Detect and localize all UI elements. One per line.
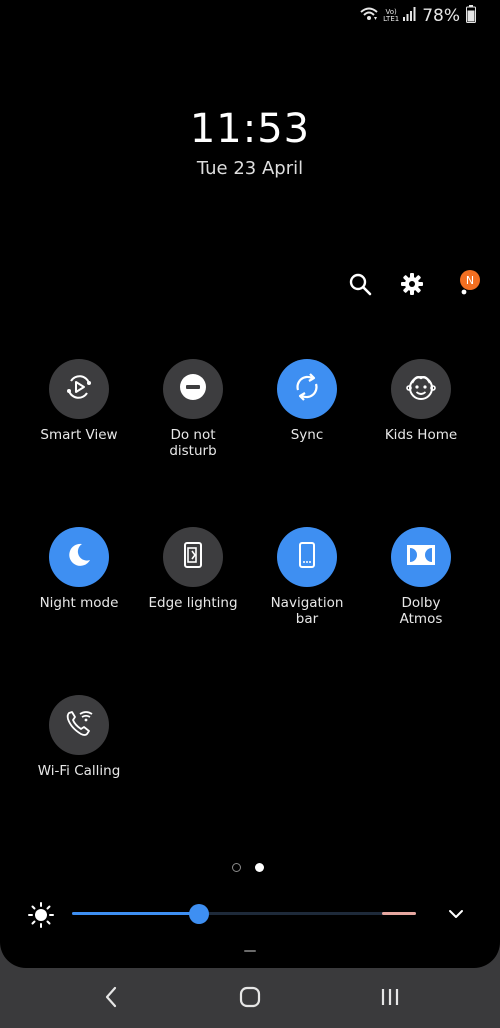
brightness-fill: [72, 912, 200, 915]
tile-label: Do not disturb: [169, 427, 217, 459]
wifi-calling-icon: [359, 6, 379, 27]
battery-icon: [466, 4, 476, 28]
tile-edge-lighting-button[interactable]: [163, 527, 223, 587]
tile-navigation-bar-button[interactable]: [277, 527, 337, 587]
tile-wifi-calling[interactable]: Wi-Fi Calling: [17, 695, 141, 779]
signal-icon: [402, 6, 416, 26]
tile-label: Wi-Fi Calling: [37, 763, 121, 779]
status-bar: Vo) LTE1 78%: [359, 4, 476, 28]
tile-sync[interactable]: Sync: [245, 359, 369, 443]
home-icon: [239, 986, 261, 1012]
tile-label: Navigation bar: [270, 595, 344, 627]
tile-label: Night mode: [39, 595, 119, 611]
kids-home-icon: [404, 370, 438, 408]
tile-dolby-atmos[interactable]: Dolby Atmos: [359, 527, 483, 627]
wifi-call-icon: [63, 707, 95, 743]
battery-percent: 78%: [422, 6, 460, 26]
panel-handle[interactable]: [244, 950, 256, 952]
clock-date[interactable]: Tue 23 April: [0, 158, 500, 179]
brightness-control: [28, 898, 478, 930]
tile-navigation-bar[interactable]: Navigation bar: [245, 527, 369, 627]
search-button[interactable]: [346, 272, 374, 300]
tile-do-not-disturb-button[interactable]: [163, 359, 223, 419]
top-actions: N: [346, 270, 480, 300]
recents-button[interactable]: [375, 984, 405, 1014]
home-button[interactable]: [235, 984, 265, 1014]
dolby-icon: [405, 543, 437, 571]
do-not-disturb-icon: [178, 372, 208, 406]
tile-smart-view-button[interactable]: [49, 359, 109, 419]
tile-wifi-calling-button[interactable]: [49, 695, 109, 755]
chevron-down-icon[interactable]: [446, 904, 466, 924]
tile-label: Sync: [290, 427, 324, 443]
page-indicator: [232, 863, 264, 872]
tile-kids-home[interactable]: Kids Home: [359, 359, 483, 443]
moon-icon: [64, 540, 94, 574]
sun-icon[interactable]: [28, 902, 54, 932]
tile-night-mode-button[interactable]: [49, 527, 109, 587]
smart-view-icon: [63, 371, 95, 407]
tile-night-mode[interactable]: Night mode: [17, 527, 141, 611]
settings-button[interactable]: [398, 272, 426, 300]
back-icon: [103, 986, 119, 1012]
navigation-bar: [0, 968, 500, 1028]
tile-label: Edge lighting: [148, 595, 238, 611]
tile-smart-view[interactable]: Smart View: [17, 359, 141, 443]
brightness-track-end: [382, 912, 416, 915]
gear-icon: [400, 272, 424, 300]
lte-label: LTE1: [383, 15, 400, 23]
tile-label: Kids Home: [384, 427, 458, 443]
tile-sync-button[interactable]: [277, 359, 337, 419]
tile-label: Smart View: [40, 427, 118, 443]
tile-do-not-disturb[interactable]: Do not disturb: [131, 359, 255, 459]
quick-panel: Vo) LTE1 78% 11:53 Tue 23 April N Smart …: [0, 0, 500, 968]
brightness-thumb[interactable]: [189, 904, 210, 924]
tile-edge-lighting[interactable]: Edge lighting: [131, 527, 255, 611]
brightness-slider[interactable]: [72, 912, 416, 915]
tile-label: Dolby Atmos: [399, 595, 443, 627]
notification-badge: N: [460, 270, 480, 290]
more-options-button[interactable]: N: [450, 270, 480, 300]
clock-time[interactable]: 11:53: [0, 106, 500, 152]
recents-icon: [379, 986, 401, 1012]
page-dot[interactable]: [232, 863, 241, 872]
search-icon: [348, 272, 372, 300]
sync-icon: [290, 370, 324, 408]
back-button[interactable]: [96, 984, 126, 1014]
navigation-bar-icon: [292, 540, 322, 574]
page-dot-active[interactable]: [255, 863, 264, 872]
tile-dolby-atmos-button[interactable]: [391, 527, 451, 587]
tile-kids-home-button[interactable]: [391, 359, 451, 419]
volte-indicator: Vo) LTE1: [383, 9, 399, 23]
edge-lighting-icon: [178, 540, 208, 574]
